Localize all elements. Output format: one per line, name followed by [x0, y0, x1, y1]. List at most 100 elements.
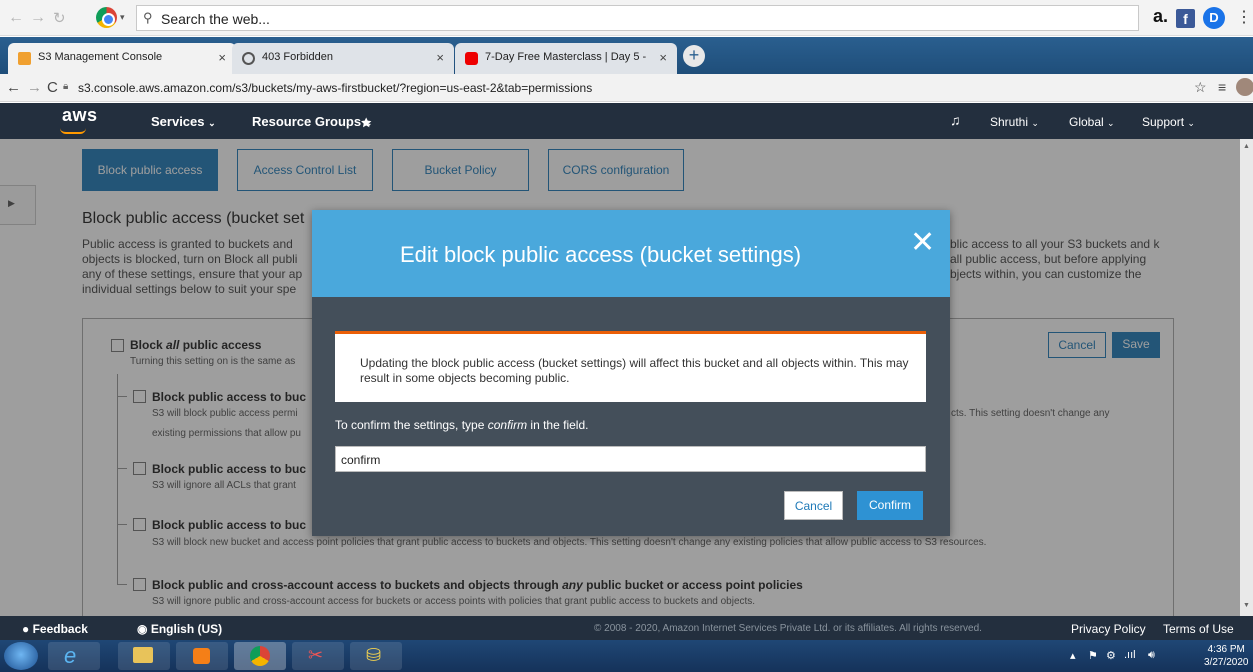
network-status-icon[interactable]: ⚙ [1106, 649, 1116, 662]
chevron-down-icon: ⌄ [208, 118, 216, 128]
signal-icon[interactable]: .ııl [1124, 649, 1136, 661]
close-icon[interactable]: × [659, 50, 667, 65]
clock-time: 4:36 PM [1207, 644, 1245, 655]
forward-icon[interactable]: → [27, 79, 42, 96]
tray-arrow-icon[interactable]: ▴ [1070, 649, 1076, 662]
confirm-instructions-post: in the field. [527, 418, 589, 432]
web-search-placeholder: Search the web... [161, 11, 270, 27]
user-label: Shruthi [990, 115, 1029, 129]
facebook-icon[interactable]: f [1176, 9, 1195, 28]
forward-icon[interactable]: → [30, 9, 46, 27]
web-search-input[interactable]: ⚲ Search the web... [136, 5, 1139, 31]
windows-taskbar: e ✂ ⛁ ▴ ⚑ ⚙ .ııl 🔊︎ 4:36 PM 3/27/2020 [0, 640, 1253, 672]
ie-taskbar-icon[interactable]: e [48, 642, 100, 670]
clock-date: 3/27/2020 [1204, 657, 1249, 668]
chevron-down-icon: ⌄ [1107, 118, 1115, 128]
explorer-taskbar-icon[interactable] [118, 642, 170, 670]
flag-icon[interactable]: ⚑ [1088, 649, 1098, 662]
support-menu[interactable]: Support ⌄ [1142, 115, 1195, 129]
region-menu[interactable]: Global ⌄ [1069, 115, 1115, 129]
terms-of-use-link[interactable]: Terms of Use [1163, 622, 1234, 636]
extension-icon[interactable]: D [1203, 7, 1225, 29]
bookmark-star-icon[interactable]: ☆ [1194, 79, 1207, 96]
warning-text: Updating the block public access (bucket… [360, 356, 909, 385]
feedback-label: Feedback [32, 622, 88, 636]
modal-header: Edit block public access (bucket setting… [312, 210, 950, 297]
aws-logo-smile [60, 128, 86, 134]
close-icon[interactable]: × [218, 50, 226, 65]
folder-icon [133, 647, 153, 663]
privacy-policy-link[interactable]: Privacy Policy [1071, 622, 1146, 636]
feedback-link[interactable]: ● Feedback [22, 622, 88, 636]
media-player-icon [193, 648, 210, 664]
modal-confirm-button[interactable]: Confirm [857, 491, 923, 520]
volume-icon[interactable]: 🔊︎ [1148, 649, 1155, 662]
browser-search-bar: ← → ↻ ▾ ⚲ Search the web... a. f D ⋮ [0, 0, 1253, 36]
network-taskbar-icon[interactable]: ⛁ [350, 642, 402, 670]
pin-icon[interactable]: 🟊︎ [361, 114, 371, 133]
chrome-icon[interactable] [96, 7, 117, 28]
tab-label: 403 Forbidden [262, 51, 333, 63]
globe-icon: ◉ [137, 622, 148, 636]
region-label: Global [1069, 115, 1104, 129]
profile-avatar[interactable] [1236, 78, 1253, 96]
more-icon[interactable]: ⋮ [1236, 7, 1252, 27]
user-menu[interactable]: Shruthi ⌄ [990, 115, 1039, 129]
reload-icon[interactable]: ↻ [53, 9, 66, 27]
aws-logo[interactable]: aws [62, 105, 98, 126]
scroll-down-icon[interactable]: ▼ [1243, 602, 1250, 609]
chrome-taskbar-icon[interactable] [234, 642, 286, 670]
scissors-icon: ✂ [308, 645, 324, 665]
aws-top-nav: aws Services ⌄ Resource Groups ⌄ 🟊︎ ♫ Sh… [0, 103, 1253, 139]
new-tab-button[interactable]: + [683, 45, 705, 67]
language-label: English (US) [150, 622, 223, 636]
search-icon: ⚲ [143, 10, 153, 25]
language-selector[interactable]: ◉ English (US) [137, 622, 222, 636]
lock-icon[interactable]: 🔒︎ [63, 81, 68, 92]
services-label: Services [151, 114, 205, 129]
start-button[interactable] [4, 642, 38, 670]
resource-groups-menu[interactable]: Resource Groups ⌄ [252, 114, 372, 129]
page-scrollbar[interactable]: ▲ ▼ [1240, 139, 1253, 616]
reading-list-icon[interactable]: ≡ [1218, 79, 1226, 95]
aws-cube-icon [18, 52, 31, 65]
tab-label: S3 Management Console [38, 51, 163, 63]
internet-explorer-icon: e [64, 643, 77, 668]
confirm-input[interactable]: confirm [335, 446, 926, 472]
modal-cancel-button[interactable]: Cancel [784, 491, 843, 520]
copyright-text: © 2008 - 2020, Amazon Internet Services … [594, 623, 982, 634]
network-icon: ⛁ [366, 645, 382, 665]
scroll-up-icon[interactable]: ▲ [1243, 143, 1250, 150]
aws-footer: ● Feedback ◉ English (US) © 2008 - 2020,… [0, 616, 1253, 640]
youtube-icon [465, 52, 478, 65]
edit-block-public-access-modal: Edit block public access (bucket setting… [312, 210, 950, 536]
chevron-down-icon[interactable]: ▾ [120, 12, 125, 23]
url-field[interactable]: s3.console.aws.amazon.com/s3/buckets/my-… [78, 81, 592, 95]
tab-bar: S3 Management Console × 403 Forbidden × … [0, 37, 1253, 94]
services-menu[interactable]: Services ⌄ [151, 114, 216, 129]
tab-403-forbidden[interactable]: 403 Forbidden × [232, 43, 454, 74]
amazon-icon[interactable]: a. [1153, 6, 1168, 27]
confirm-instructions-em: confirm [487, 418, 528, 432]
system-clock[interactable]: 4:36 PM 3/27/2020 [1204, 643, 1249, 669]
support-label: Support [1142, 115, 1185, 129]
close-icon[interactable]: × [436, 50, 444, 65]
resource-groups-label: Resource Groups [252, 114, 362, 129]
media-taskbar-icon[interactable] [176, 642, 228, 670]
confirm-instructions-pre: To confirm the settings, type [335, 418, 488, 432]
address-bar: ← → C 🔒︎ s3.console.aws.amazon.com/s3/bu… [0, 74, 1253, 102]
back-icon[interactable]: ← [8, 9, 24, 27]
chevron-down-icon: ⌄ [1031, 118, 1039, 128]
close-icon[interactable]: ✕ [910, 228, 935, 258]
reload-icon[interactable]: C [47, 79, 58, 96]
confirm-instructions: To confirm the settings, type confirm in… [335, 418, 588, 432]
chrome-icon [250, 646, 270, 666]
bell-icon[interactable]: ♫ [950, 112, 961, 128]
tab-s3-console[interactable]: S3 Management Console × [8, 43, 236, 74]
chat-icon: ● [22, 622, 30, 636]
tab-masterclass[interactable]: 7-Day Free Masterclass | Day 5 - × [455, 43, 677, 74]
snipping-taskbar-icon[interactable]: ✂ [292, 642, 344, 670]
back-icon[interactable]: ← [6, 79, 21, 96]
chevron-down-icon: ⌄ [1187, 118, 1195, 128]
tab-label: 7-Day Free Masterclass | Day 5 - [485, 51, 647, 63]
